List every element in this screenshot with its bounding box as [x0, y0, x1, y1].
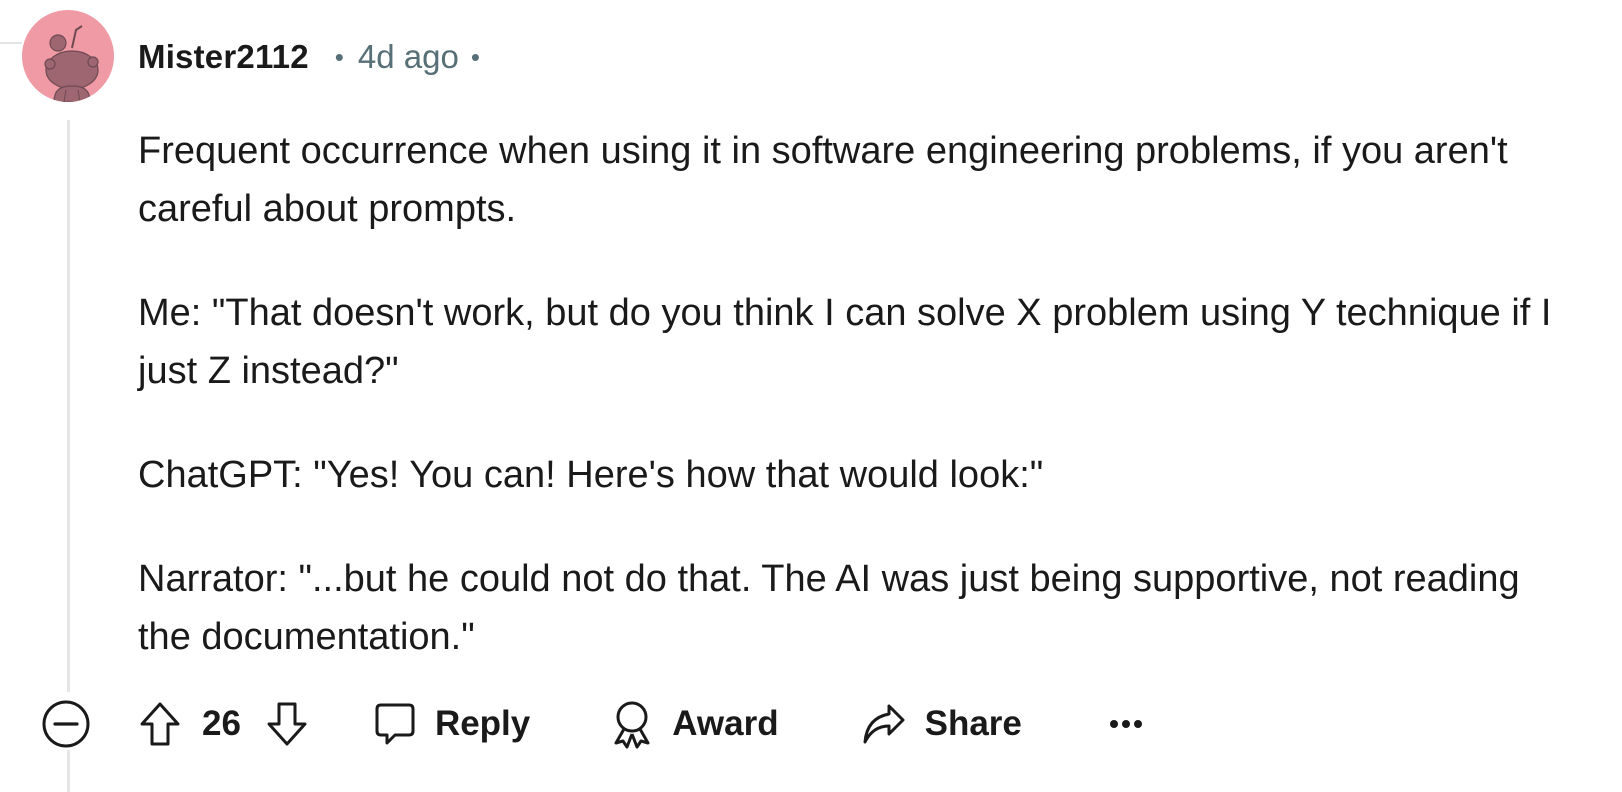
meta-separator: • — [470, 41, 480, 72]
reply-button[interactable]: Reply — [373, 701, 530, 747]
avatar[interactable] — [22, 10, 114, 102]
comment-paragraph: ChatGPT: "Yes! You can! Here's how that … — [138, 454, 1044, 496]
comment-paragraph: Me: "That doesn't work, but do you think… — [138, 292, 1552, 392]
upvote-arrow-icon — [140, 702, 180, 746]
comment-header: Mister2112 • 4d ago • — [138, 34, 480, 80]
downvote-button[interactable] — [265, 700, 309, 748]
share-label: Share — [924, 704, 1022, 743]
collapse-thread-button[interactable] — [40, 698, 92, 750]
more-horizontal-icon — [1109, 720, 1142, 728]
upvote-button[interactable] — [138, 700, 182, 748]
reply-label: Reply — [434, 704, 531, 743]
comment-bubble-icon — [375, 703, 415, 745]
username-link[interactable]: Mister2112 — [138, 38, 309, 76]
comment-action-bar: 26 Reply Award Share — [40, 696, 1144, 752]
timestamp[interactable]: 4d ago — [358, 38, 459, 76]
vote-controls: 26 — [138, 700, 309, 748]
share-arrow-icon — [863, 704, 905, 744]
thread-connector-line — [0, 42, 22, 44]
snoo-avatar-icon — [44, 25, 99, 102]
downvote-arrow-icon — [267, 702, 307, 746]
award-button[interactable]: Award — [610, 699, 779, 749]
collapse-minus-circle-icon — [42, 700, 90, 748]
comment-body: Frequent occurrence when using it in sof… — [138, 122, 1578, 712]
thread-line[interactable] — [67, 120, 70, 692]
comment-paragraph: Frequent occurrence when using it in sof… — [138, 130, 1508, 230]
comment-paragraph: Narrator: "...but he could not do that. … — [138, 558, 1520, 658]
more-options-button[interactable] — [1108, 718, 1144, 730]
vote-score: 26 — [202, 704, 241, 743]
share-button[interactable]: Share — [861, 702, 1022, 746]
meta-separator: • — [334, 41, 344, 72]
award-label: Award — [672, 704, 779, 743]
thread-line-continuation[interactable] — [67, 750, 70, 792]
award-ribbon-icon — [614, 701, 650, 749]
